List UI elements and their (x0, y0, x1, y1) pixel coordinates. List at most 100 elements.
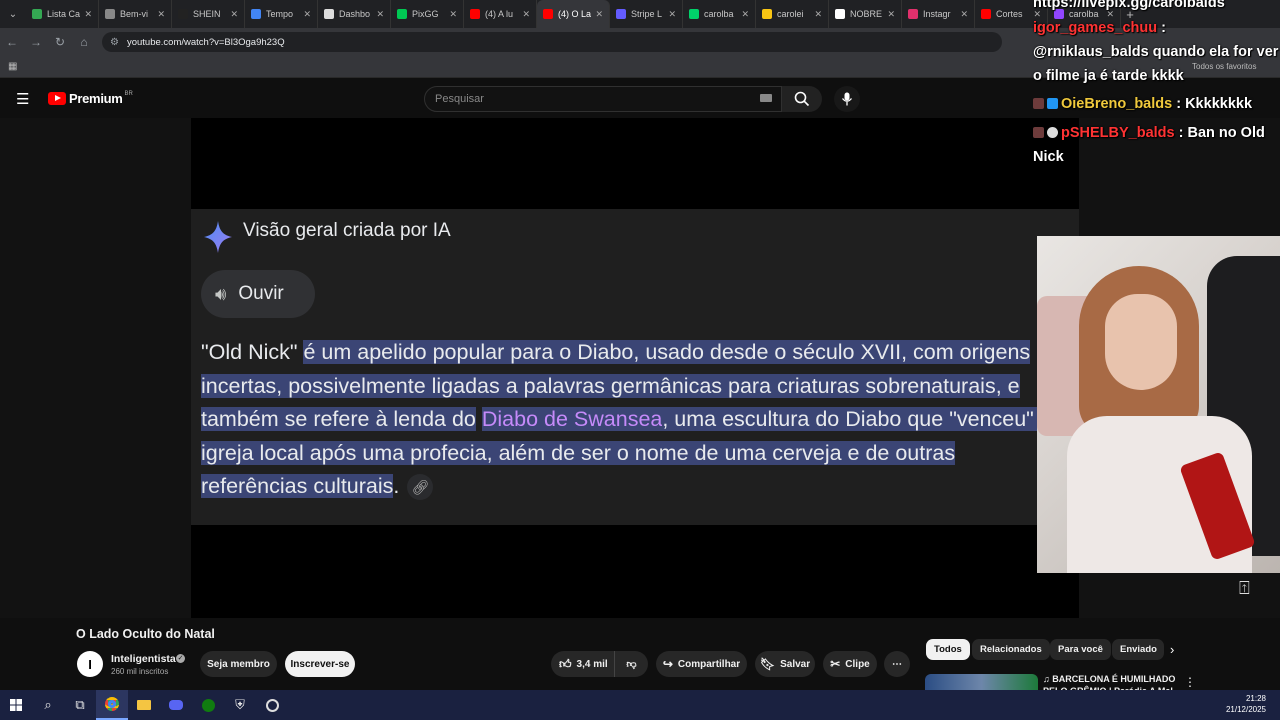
tab-label: PixGG (412, 9, 439, 19)
subscriber-count: 260 mil inscritos (111, 667, 169, 676)
browser-tab[interactable]: carolba ✕ (683, 0, 756, 28)
browser-tab[interactable]: Lista Ca ✕ (26, 0, 99, 28)
browser-tab[interactable]: Instagr ✕ (902, 0, 975, 28)
like-button[interactable]: 👍︎ 3,4 mil (551, 651, 614, 677)
hamburger-menu-icon[interactable]: ☰ (16, 90, 29, 108)
browser-tab[interactable]: SHEIN ✕ (172, 0, 245, 28)
clock-date: 21/12/2025 (1225, 705, 1266, 714)
chip-todos[interactable]: Todos (926, 639, 970, 660)
tab-close-icon[interactable]: ✕ (522, 9, 530, 20)
tabs-container: Lista Ca ✕ Bem-vi ✕ SHEIN ✕ Tempo ✕ Dashbo ✕ PixGG… (26, 0, 1121, 28)
more-actions-button[interactable]: ⋯ (884, 651, 910, 677)
tab-close-icon[interactable]: ✕ (376, 9, 384, 20)
sparkle-icon (204, 221, 232, 253)
browser-tab[interactable]: PixGG ✕ (391, 0, 464, 28)
home-icon[interactable]: ⌂ (72, 35, 96, 49)
chat-message: pSHELBY_balds : Ban no Old Nick (1033, 121, 1280, 169)
browser-tab[interactable]: (4) O La ✕ (537, 0, 610, 28)
link-icon[interactable]: 🔗︎ (407, 474, 434, 501)
forward-icon[interactable]: → (24, 35, 48, 49)
thumbs-down-icon: 👎︎ (626, 659, 637, 670)
xbox-icon[interactable] (192, 690, 224, 720)
ai-text-link[interactable]: Diabo de Swansea (481, 407, 663, 431)
tab-favicon-icon (762, 9, 772, 19)
recommended-more-icon[interactable]: ⋮ (1184, 675, 1196, 689)
discord-icon[interactable] (160, 690, 192, 720)
browser-tab[interactable]: Dashbo ✕ (318, 0, 391, 28)
browser-tab[interactable]: carolei ✕ (756, 0, 829, 28)
tab-label: carolei (777, 9, 804, 19)
clip-button[interactable]: ✂ Clipe (823, 651, 877, 677)
search-placeholder: Pesquisar (435, 93, 484, 105)
tab-label: SHEIN (193, 9, 221, 19)
keyboard-icon[interactable] (760, 94, 772, 102)
tab-close-icon[interactable]: ✕ (668, 9, 676, 20)
tab-close-icon[interactable]: ✕ (814, 9, 822, 20)
speaker-icon: 🔊︎ (215, 283, 227, 304)
expand-panel-icon[interactable]: ⍐ (1239, 578, 1250, 599)
browser-tab[interactable]: Stripe L ✕ (610, 0, 683, 28)
taskbar-search-icon[interactable]: ⌕ (32, 690, 64, 720)
taskbar-clock[interactable]: 21:28 21/12/2025 (1226, 693, 1266, 715)
browser-tab[interactable]: (4) A lu ✕ (464, 0, 537, 28)
security-shield-icon[interactable]: ⛨ (224, 690, 256, 720)
thumbs-up-icon: 👍︎ (559, 656, 572, 671)
listen-button[interactable]: 🔊︎ Ouvir (201, 270, 315, 318)
url-field[interactable]: ⚙ youtube.com/watch?v=Bl3Oga9h23Q (102, 32, 1002, 52)
tab-favicon-icon (470, 9, 480, 19)
tab-favicon-icon (543, 9, 553, 19)
browser-tab[interactable]: Tempo ✕ (245, 0, 318, 28)
apps-grid-icon[interactable]: ▦ (8, 61, 17, 72)
tab-close-icon[interactable]: ✕ (230, 9, 238, 20)
tab-favicon-icon (397, 9, 407, 19)
app-icon[interactable] (256, 690, 288, 720)
voice-search-button[interactable] (834, 86, 860, 112)
search-input[interactable]: Pesquisar (424, 86, 782, 112)
chip-enviado[interactable]: Enviado (1112, 639, 1164, 660)
file-explorer-icon[interactable] (128, 690, 160, 720)
chevron-right-icon[interactable]: › (1170, 642, 1174, 657)
tab-close-icon[interactable]: ✕ (595, 9, 603, 20)
tab-close-icon[interactable]: ✕ (960, 9, 968, 20)
tab-close-icon[interactable]: ✕ (303, 9, 311, 20)
chat-message: OieBreno_balds : Kkkkkkkk (1033, 92, 1280, 116)
tab-label: Cortes (996, 9, 1023, 19)
youtube-logo[interactable]: Premium BR (48, 91, 133, 106)
recommended-title[interactable]: ♫ BARCELONA É HUMILHADO PELO GRÊMIO | Pa… (1043, 673, 1178, 690)
save-button[interactable]: 🔖︎ Salvar (755, 651, 815, 677)
chat-username: OieBreno_balds (1061, 96, 1173, 112)
tab-close-icon[interactable]: ✕ (741, 9, 749, 20)
search-button[interactable] (782, 86, 822, 112)
chrome-taskbar-icon[interactable] (96, 690, 128, 720)
ai-text-end: . (393, 474, 400, 498)
chat-badge-icon (1033, 98, 1044, 109)
reload-icon[interactable]: ↻ (48, 35, 72, 49)
channel-name[interactable]: Inteligentista (111, 653, 176, 665)
tab-close-icon[interactable]: ✕ (887, 9, 895, 20)
tab-close-icon[interactable]: ✕ (157, 9, 165, 20)
chat-badge-icon (1033, 127, 1044, 138)
tab-close-icon[interactable]: ✕ (84, 9, 92, 20)
tab-close-icon[interactable]: ✕ (449, 9, 457, 20)
task-view-icon[interactable]: ⧉ (64, 690, 96, 720)
site-info-icon[interactable]: ⚙ (110, 37, 119, 48)
back-icon[interactable]: ← (0, 35, 24, 49)
channel-avatar[interactable]: I (77, 651, 103, 677)
chip-para-voce[interactable]: Para você (1050, 639, 1111, 660)
tab-favicon-icon (908, 9, 918, 19)
tab-favicon-icon (324, 9, 334, 19)
chat-badge-icon (1047, 98, 1058, 109)
browser-tab[interactable]: Bem-vi ✕ (99, 0, 172, 28)
dislike-button[interactable]: 👎︎ (614, 651, 648, 677)
tab-label: Lista Ca (47, 9, 81, 19)
chip-relacionados[interactable]: Relacionados (972, 639, 1050, 660)
subscribe-button[interactable]: Inscrever-se (285, 651, 355, 677)
tab-search-icon[interactable]: ⌄ (0, 0, 26, 28)
skull-badge-icon (1047, 127, 1058, 138)
chat-message: igor_games_chuu : @rniklaus_balds quando… (1033, 16, 1280, 88)
browser-tab[interactable]: NOBRE ✕ (829, 0, 902, 28)
windows-start-icon[interactable] (0, 690, 32, 720)
share-button[interactable]: ↪ Compartilhar (656, 651, 747, 677)
join-member-button[interactable]: Seja membro (200, 651, 277, 677)
tab-label: Tempo (266, 9, 294, 19)
